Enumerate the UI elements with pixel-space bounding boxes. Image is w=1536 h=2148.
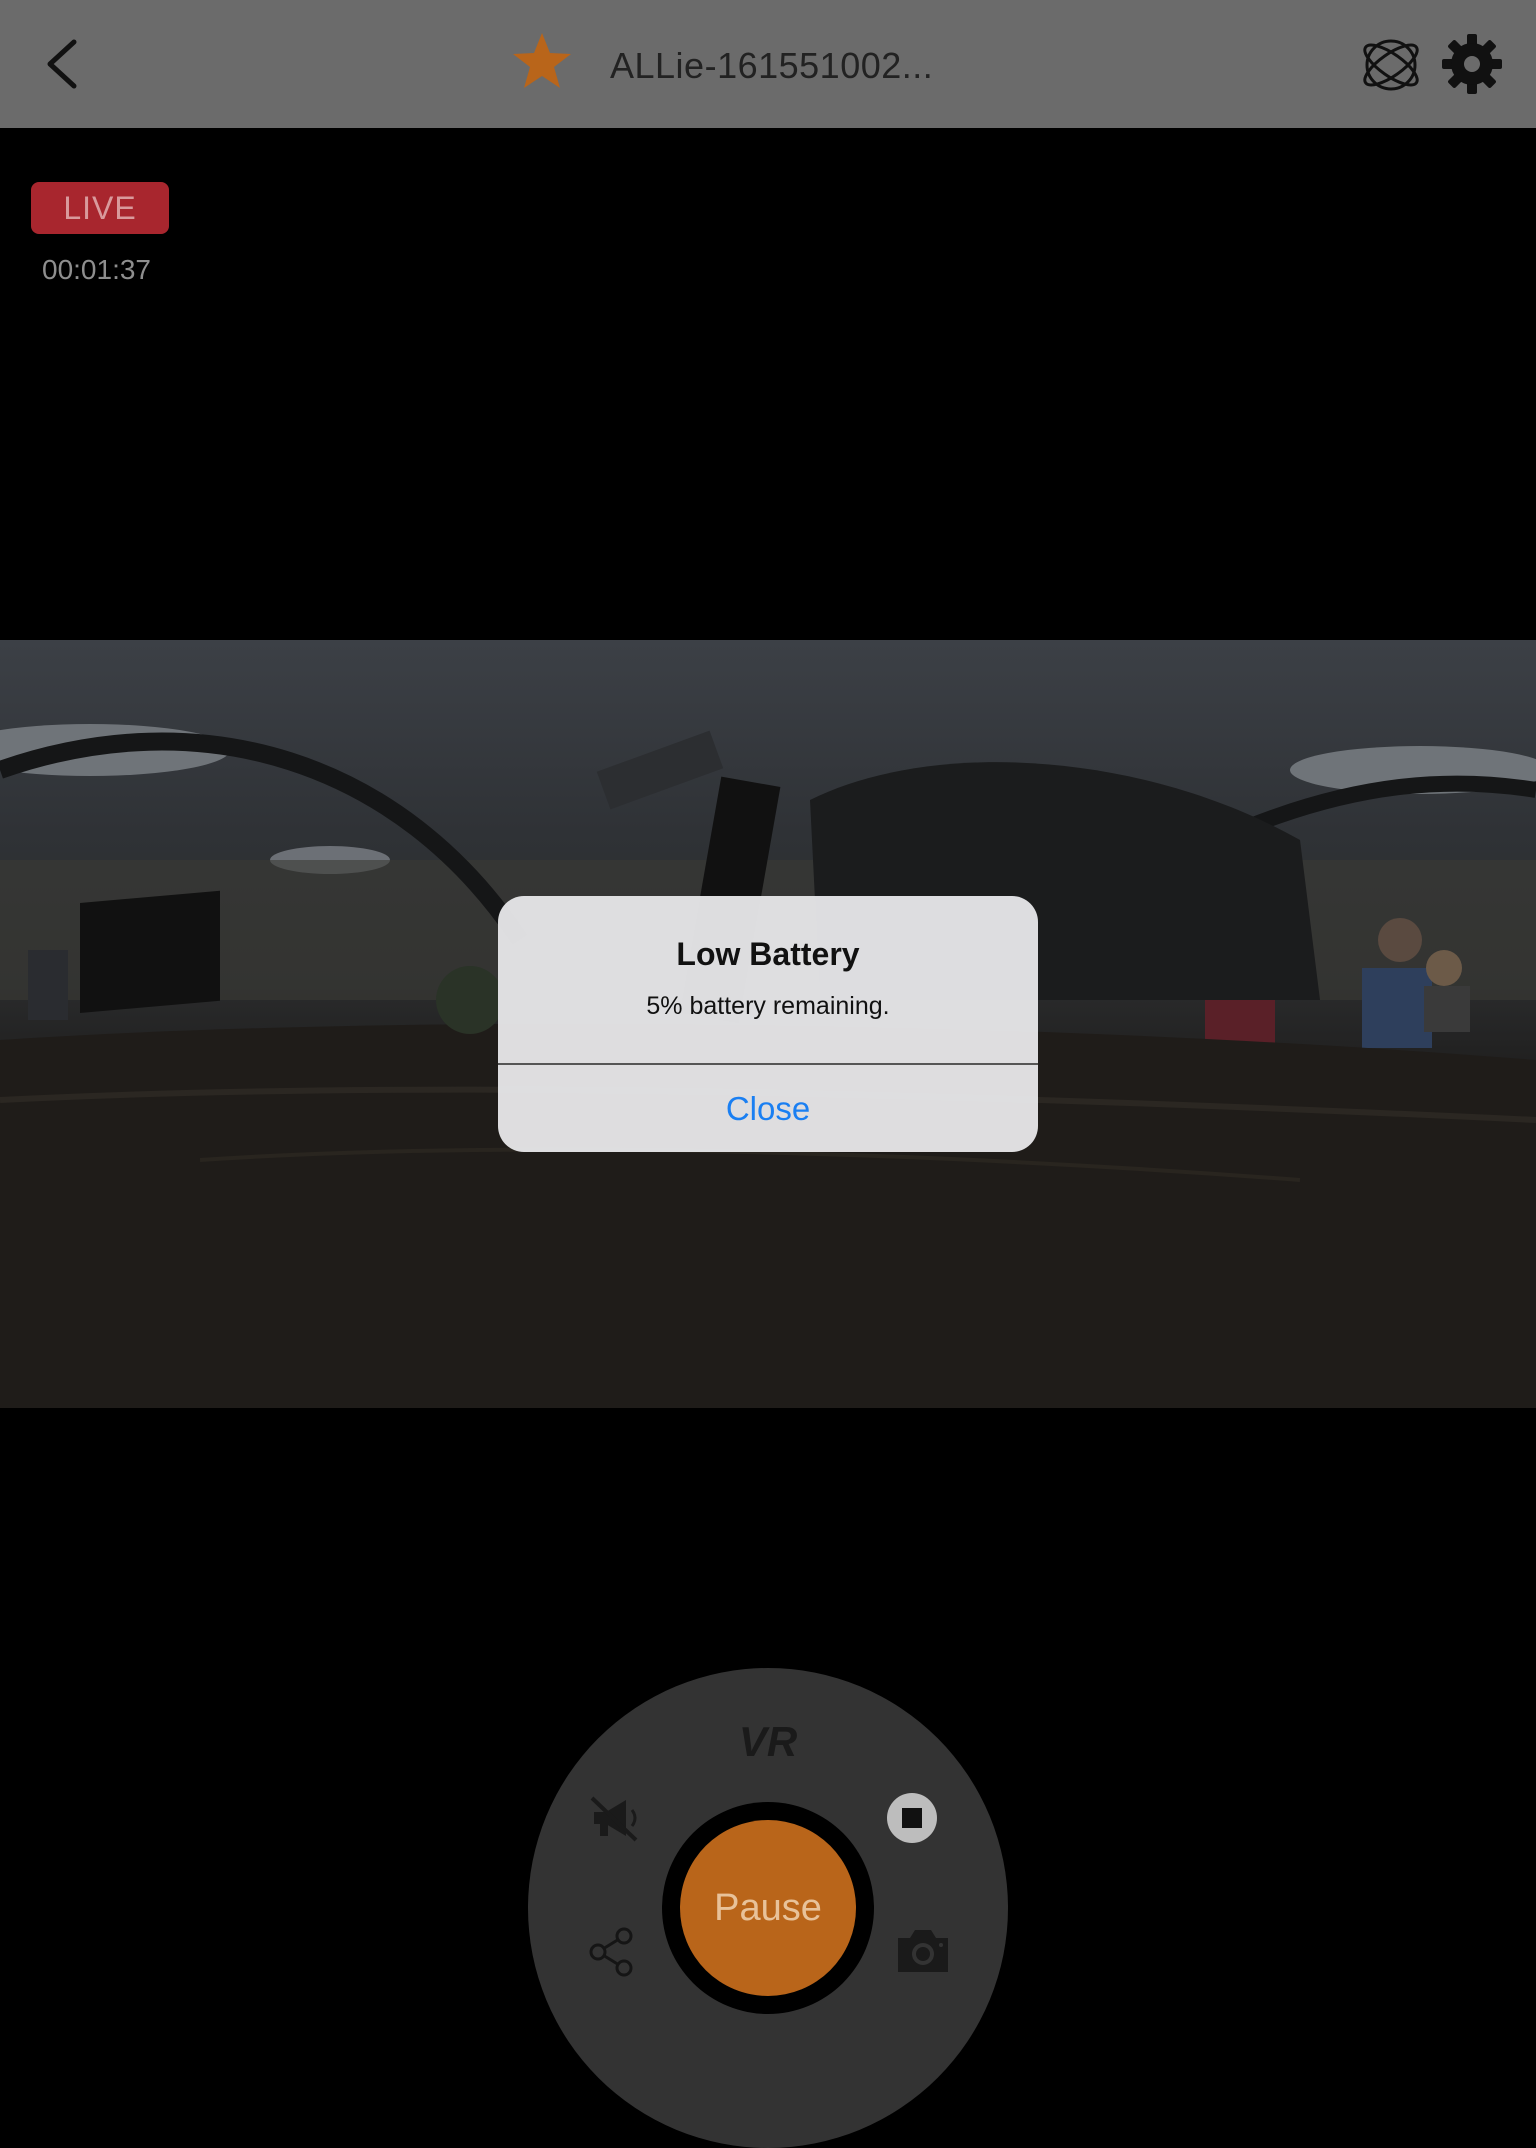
star-icon[interactable] — [510, 30, 574, 94]
orbit-icon[interactable] — [1358, 32, 1424, 98]
device-title: ALLie-161551002... — [610, 45, 934, 86]
alert-title: Low Battery — [676, 936, 860, 972]
vr-mode-button[interactable]: VR — [0, 1718, 1536, 1766]
live-badge: LIVE — [31, 182, 169, 234]
megaphone-muted-icon[interactable] — [586, 1790, 642, 1846]
pause-button[interactable]: Pause — [680, 1820, 856, 1996]
stop-icon[interactable] — [886, 1792, 938, 1844]
top-bar: ALLie-161551002... — [0, 0, 1536, 128]
chevron-left-icon[interactable] — [40, 36, 84, 92]
alert-close-button[interactable]: Close — [498, 1065, 1038, 1152]
alert-message: 5% battery remaining. — [646, 992, 890, 1020]
camera-icon[interactable] — [894, 1926, 952, 1976]
share-icon[interactable] — [586, 1926, 634, 1978]
elapsed-time: 00:01:37 — [42, 254, 151, 285]
gear-icon[interactable] — [1440, 32, 1504, 96]
low-battery-alert: Low Battery 5% battery remaining. Close — [498, 896, 1038, 1152]
